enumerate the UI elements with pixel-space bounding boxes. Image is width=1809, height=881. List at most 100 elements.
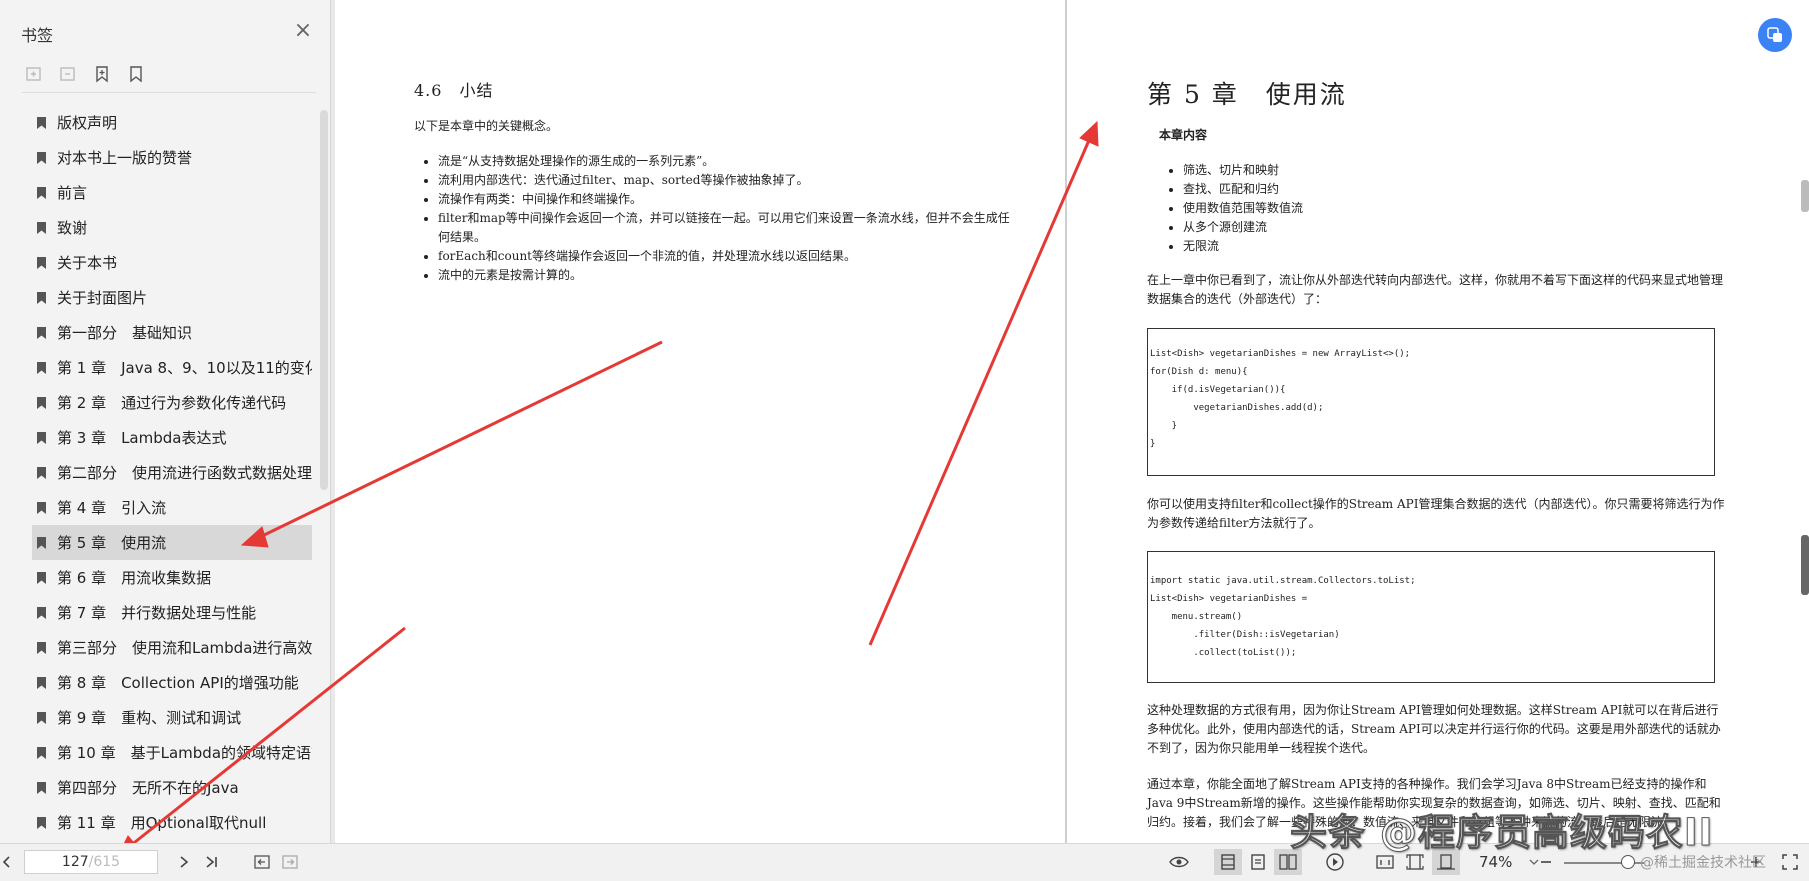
bookmark-label: 第四部分 无所不在的Java [57,779,239,797]
bookmark-item[interactable]: 第 5 章 使用流 [32,525,312,560]
scrollbar[interactable] [320,110,328,490]
bookmark-icon [37,816,46,829]
bookmark-label: 第 7 章 并行数据处理与性能 [57,604,257,622]
bookmark-item[interactable]: 致谢 [32,210,312,245]
fullscreen-icon[interactable] [1778,849,1802,875]
chevron-left-icon[interactable] [0,849,14,875]
collapse-all-icon[interactable] [56,62,80,86]
bookmark-item[interactable]: 第 1 章 Java 8、9、10以及11的变化 [32,350,312,385]
bookmark-label: 第 10 章 基于Lambda的领域特定语言 [57,744,312,762]
single-page-icon[interactable] [1214,849,1242,875]
bookmark-item[interactable]: 第 3 章 Lambda表达式 [32,420,312,455]
contents-label: 本章内容 [1159,128,1208,142]
bookmark-label: 第一部分 基础知识 [57,324,193,342]
bookmark-icon[interactable] [124,62,148,86]
bookmark-label: 第 9 章 重构、测试和调试 [57,709,242,727]
summary-item: filter和map等中间操作会返回一个流，并可以链接在一起。可以用它们来设置一… [438,209,1018,247]
bookmark-icon [37,116,46,129]
bookmark-item[interactable]: 第一部分 基础知识 [32,315,312,350]
contents-item: 查找、匹配和归约 [1183,180,1303,199]
last-page-icon[interactable] [200,849,224,875]
bookmark-label: 第 5 章 使用流 [57,534,167,552]
bookmark-icon [37,256,46,269]
code-line: import static java.util.stream.Collector… [1150,576,1416,586]
bookmark-item[interactable]: 第 2 章 通过行为参数化传递代码 [32,385,312,420]
bookmark-item[interactable]: 第 4 章 引入流 [32,490,312,525]
bookmark-label: 对本书上一版的赞誉 [57,149,193,167]
zoom-slider-handle[interactable] [1621,855,1635,869]
bookmark-item[interactable]: 关于封面图片 [32,280,312,315]
code-block: import static java.util.stream.Collector… [1147,551,1715,683]
bookmark-icon [37,641,46,654]
code-line: } [1150,421,1178,431]
forward-icon[interactable] [278,849,302,875]
bookmark-icon [37,746,46,759]
scrollbar-thumb[interactable] [1801,535,1809,595]
section-intro: 以下是本章中的关键概念。 [414,119,559,133]
bookmark-toolbar [22,62,148,92]
scrollbar-thumb[interactable] [1801,180,1809,212]
chapter-title: 第 5 章 使用流 [1147,80,1347,109]
document-page-right: 第 5 章 使用流 本章内容 筛选、切片和映射查找、匹配和归约使用数值范围等数值… [1067,0,1809,843]
bookmark-panel: 书签 × 版权声明 对本书上一版的赞誉 前言 致谢 关于本书 关于封面图片 第一部分 基础知… [0,0,331,843]
bookmark-item[interactable]: 第 9 章 重构、测试和调试 [32,700,312,735]
bookmark-item[interactable]: 对本书上一版的赞誉 [32,140,312,175]
bookmark-label: 版权声明 [57,114,118,132]
summary-item: 流中的元素是按需计算的。 [438,266,1018,285]
contents-item: 无限流 [1183,237,1303,256]
bookmark-item[interactable]: 第四部分 无所不在的Java [32,770,312,805]
contents-item: 从多个源创建流 [1183,218,1303,237]
back-icon[interactable] [250,849,274,875]
paragraph: 这种处理数据的方式很有用，因为你让Stream API管理如何处理数据。这样St… [1147,703,1721,755]
current-page: 127 [61,854,89,870]
code-line: .filter(Dish::isVegetarian) [1150,630,1340,640]
code-line: List<Dish> vegetarianDishes = [1150,594,1308,604]
code-line: .collect(toList()); [1150,648,1297,658]
bookmark-list: 版权声明对本书上一版的赞誉 前言致谢关于本书 关于封面图片第一部分 基础知识第 1 … [32,105,312,840]
bookmark-label: 第 11 章 用Optional取代null [57,814,267,832]
paragraph: 你可以使用支持filter和collect操作的Stream API管理集合数据… [1147,497,1725,530]
summary-item: 流利用内部迭代：迭代通过filter、map、sorted等操作被抽象掉了。 [438,171,1018,190]
watermark: 头条 @程序员高级码农II [1289,811,1714,855]
bookmark-label: 第 3 章 Lambda表达式 [57,429,227,447]
bookmark-item[interactable]: 第 7 章 并行数据处理与性能 [32,595,312,630]
bookmark-item[interactable]: 关于本书 [32,245,312,280]
bookmark-item[interactable]: 第 10 章 基于Lambda的领域特定语言 [32,735,312,770]
add-bookmark-icon[interactable] [90,62,114,86]
paragraph: 在上一章中你已看到了，流让你从外部迭代转向内部迭代。这样，你就用不着写下面这样的… [1147,273,1724,306]
close-icon[interactable]: × [292,20,314,42]
bookmark-icon [37,501,46,514]
bookmark-item[interactable]: 第 8 章 Collection API的增强功能 [32,665,312,700]
translate-button[interactable] [1758,18,1792,52]
contents-item: 使用数值范围等数值流 [1183,199,1303,218]
bookmark-item[interactable]: 第 11 章 用Optional取代null [32,805,312,840]
bookmark-item[interactable]: 前言 [32,175,312,210]
bookmark-icon [37,431,46,444]
bookmark-label: 前言 [57,184,88,202]
bookmark-icon [37,361,46,374]
code-line: vegetarianDishes.add(d); [1150,403,1324,413]
bookmark-icon [37,536,46,549]
bookmark-item[interactable]: 第三部分 使用流和Lambda进行高效编程 [32,630,312,665]
continuous-page-icon[interactable] [1244,849,1272,875]
bookmark-label: 致谢 [57,219,88,237]
watermark-sub: @稀土掘金技术社区 [1640,855,1766,871]
bookmark-item[interactable]: 版权声明 [32,105,312,140]
expand-all-icon[interactable] [22,62,46,86]
bookmark-icon [37,151,46,164]
bookmark-icon [37,606,46,619]
bookmark-label: 第 1 章 Java 8、9、10以及11的变化 [57,359,312,377]
bookmark-item[interactable]: 第二部分 使用流进行函数式数据处理 [32,455,312,490]
bookmark-icon [37,466,46,479]
bookmark-item[interactable]: 第 6 章 用流收集数据 [32,560,312,595]
code-line: for(Dish d: menu){ [1150,367,1248,377]
eye-icon[interactable] [1166,849,1192,875]
summary-item: 流操作有两类：中间操作和终端操作。 [438,190,1018,209]
code-line: menu.stream() [1150,612,1243,622]
page-number-input[interactable]: 127/615 [24,850,158,874]
contents-list: 筛选、切片和映射查找、匹配和归约使用数值范围等数值流从多个源创建流无限流 [1159,161,1303,256]
next-page-icon[interactable] [172,849,196,875]
code-block: List<Dish> vegetarianDishes = new ArrayL… [1147,328,1715,476]
summary-item: 流是“从支持数据处理操作的源生成的一系列元素”。 [438,152,1018,171]
bookmark-icon [37,396,46,409]
